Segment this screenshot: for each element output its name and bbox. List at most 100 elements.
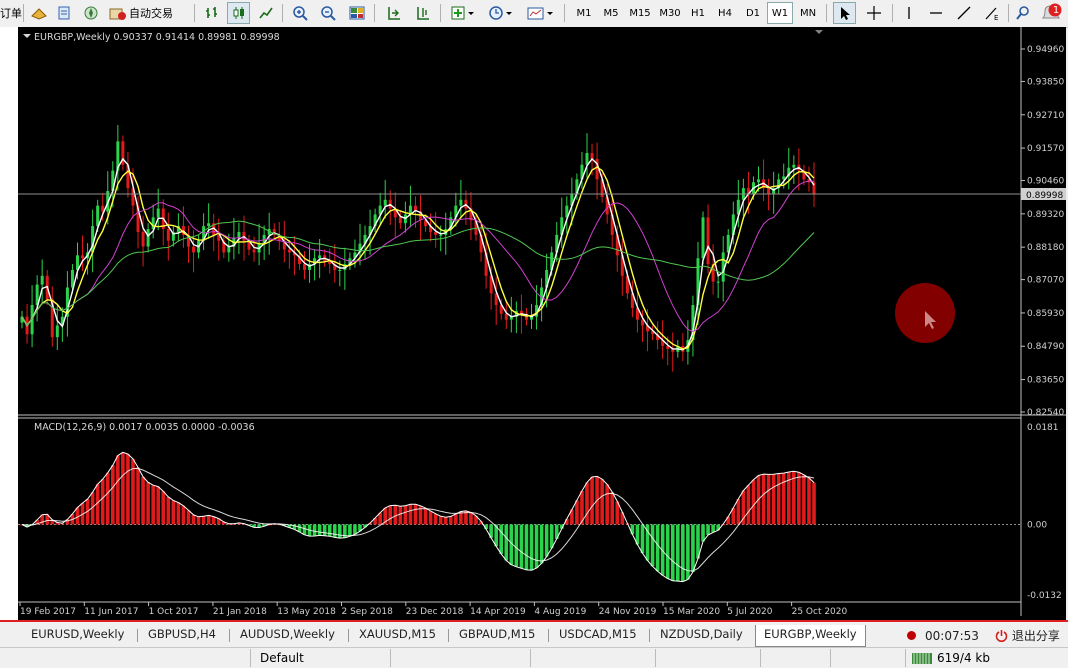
macd-bar [670,524,675,581]
timeframe-h4[interactable]: H4 [712,2,738,24]
indicators-button[interactable] [447,2,479,24]
date-tick-label: 24 Nov 2019 [599,607,657,617]
tab-gbpaud-m15[interactable]: GBPAUD,M15 [459,627,535,645]
cursor-icon[interactable] [833,2,856,24]
candle-body [302,264,306,270]
templates-button[interactable] [525,2,557,24]
macd-bar [428,510,433,525]
candle-body [504,313,508,320]
data-window-icon[interactable] [53,2,76,24]
chart-window[interactable]: 0.94960 0.93850 0.92710 0.91570 0.90460 0.893… [18,27,1066,620]
macd-bar [655,524,660,572]
bar-chart-icon[interactable] [200,2,223,24]
periods-button[interactable] [485,2,517,24]
timeframe-w1[interactable]: W1 [767,2,793,24]
candle-body [338,269,342,271]
candle-body [166,229,170,241]
toolbar-separator [826,4,827,22]
candle-body [192,246,196,253]
price-tick-label: 0.84790 [1027,342,1064,352]
macd-bar [529,524,534,571]
tab-gbpusd-h4[interactable]: GBPUSD,H4 [148,627,216,645]
tab-nzdusd-daily[interactable]: NZDUSD,Daily [660,627,743,645]
macd-bar [438,516,443,525]
macd-bar [141,476,145,525]
timeframe-d1[interactable]: D1 [740,2,766,24]
candle-body [398,217,402,224]
gold-bar-icon[interactable] [27,2,50,24]
notifications-button[interactable]: 1 [1038,2,1064,24]
tab-xauusd-m15[interactable]: XAUUSD,M15 [359,627,436,645]
macd-bar [322,524,327,536]
tab-audusd-weekly[interactable]: AUDUSD,Weekly [240,627,335,645]
macd-bar [534,524,539,569]
date-tick-label: 13 May 2018 [277,607,336,617]
macd-bar [111,465,115,525]
macd-bar [454,514,458,525]
zoom-out-icon[interactable] [316,2,339,24]
candle-body [156,208,160,218]
tab-usdcad-m15[interactable]: USDCAD,M15 [559,627,637,645]
order-button[interactable]: 订单 [0,2,22,24]
timeframe-m15[interactable]: M15 [626,2,654,24]
macd-bar [605,484,609,525]
moving-averages-layer [21,157,815,351]
macd-line [21,451,815,583]
horizontal-line-icon[interactable] [924,2,947,24]
tab-separator [649,629,650,642]
chart-shift-icon[interactable] [411,2,434,24]
tab-eurgbp-weekly[interactable]: EURGBP,Weekly [755,625,866,647]
auto-scroll-icon[interactable] [382,2,405,24]
macd-bar [610,491,615,525]
macd-bar [802,474,806,525]
ma-line-magenta [21,180,815,333]
power-icon [995,630,1008,643]
trendline-icon[interactable] [952,2,975,24]
tile-windows-icon[interactable] [345,2,368,24]
macd-bar [630,524,635,535]
navigator-icon[interactable] [79,2,102,24]
timeframe-h1[interactable]: H1 [685,2,711,24]
zoom-in-icon[interactable] [288,2,311,24]
candle-body [383,199,387,206]
price-tick-label: 0.83650 [1027,376,1064,386]
fibonacci-icon[interactable]: E [980,2,1003,24]
macd-bar [126,454,130,525]
macd-bar [211,516,216,525]
notification-count: 1 [1052,5,1060,16]
candle-body [585,153,589,165]
macd-bar [181,505,186,525]
profile-name: Default [260,651,304,665]
search-icon[interactable] [1011,2,1034,24]
crosshair-icon[interactable] [862,2,885,24]
macd-bar [191,514,196,525]
timeframe-mn[interactable]: MN [795,2,821,24]
line-chart-icon[interactable] [254,2,277,24]
exit-share-button[interactable]: 退出分享 [995,627,1060,645]
autotrading-button[interactable]: 自动交易 [108,2,186,24]
macd-bar [136,467,140,525]
toolbar-separator [374,4,375,22]
tab-eurusd-weekly[interactable]: EURUSD,Weekly [31,627,124,645]
timeframe-m1[interactable]: M1 [571,2,597,24]
macd-bar [681,524,685,582]
date-tick-label: 11 Jun 2017 [84,607,138,617]
vertical-line-icon[interactable] [897,2,920,24]
date-tick-label: 15 Mar 2020 [663,607,720,617]
macd-bar [549,524,554,549]
candle-body [318,255,322,259]
timeframe-m30[interactable]: M30 [656,2,684,24]
svg-text:E: E [994,14,998,21]
price-chart-svg[interactable]: 0.94960 0.93850 0.92710 0.91570 0.90460 0.893… [18,27,1066,620]
macd-bar [151,485,155,525]
macd-bar [746,485,751,525]
macd-bar [100,479,105,525]
candle-body [439,234,443,236]
candle-body [706,217,710,265]
macd-bar [575,500,579,525]
candlestick-chart-icon[interactable] [227,2,250,24]
chart-header: EURGBP,Weekly 0.90337 0.91414 0.89981 0.… [34,32,280,43]
timeframe-m5[interactable]: M5 [598,2,624,24]
price-tick-label: 0.91570 [1027,144,1064,154]
status-separator [655,649,656,667]
